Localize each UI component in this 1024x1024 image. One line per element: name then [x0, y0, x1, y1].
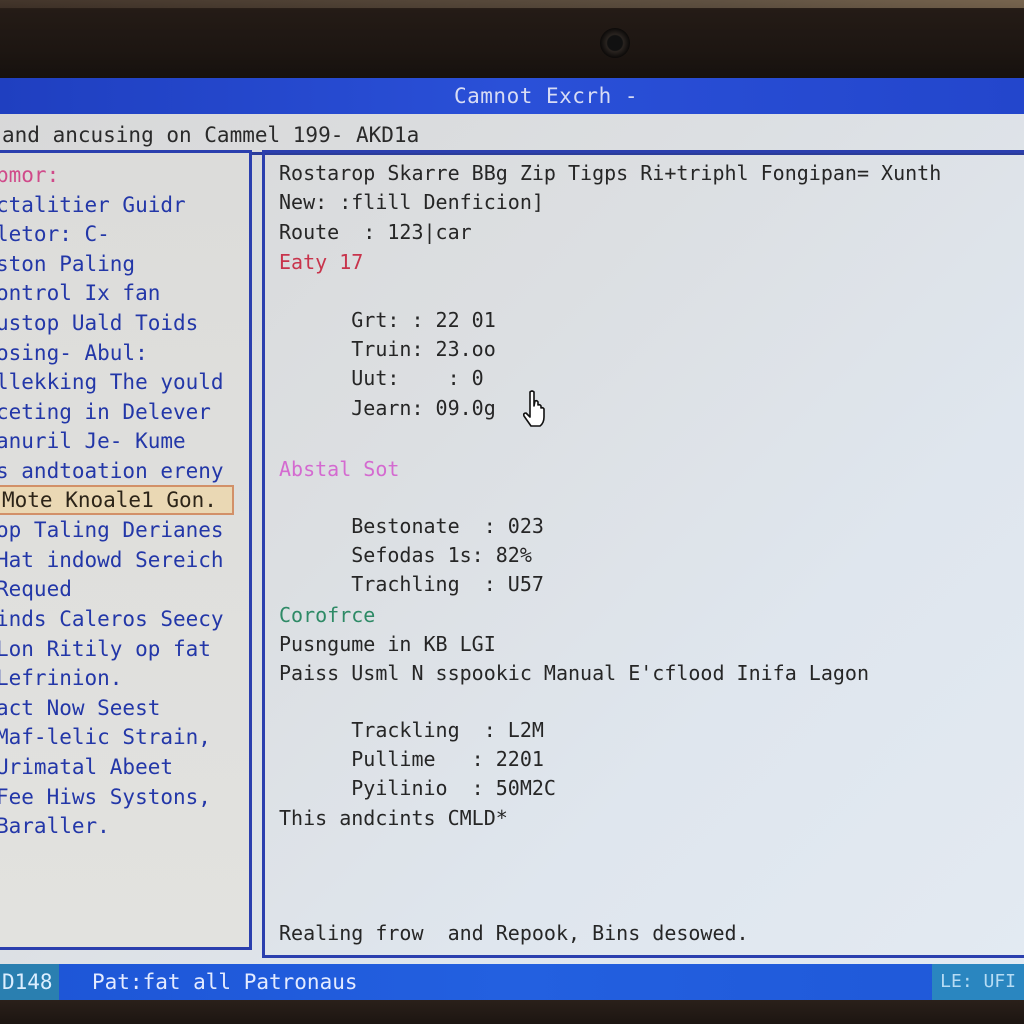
sidebar-item[interactable]: Baraller.: [0, 812, 256, 840]
details-line: Pusngume in KB LGI: [279, 632, 496, 656]
sidebar-item[interactable]: Hat indowd Sereich: [0, 546, 256, 574]
status-message: Pat:fat all Patronaus: [92, 970, 358, 994]
details-line: Paiss Usml N sspookic Manual E'cflood In…: [279, 661, 870, 685]
sidebar-item[interactable]: act Now Seest: [0, 694, 256, 722]
details-header-line: Rostarop Skarre BBg Zip Tigps Ri+triphl …: [279, 161, 942, 185]
sidebar-item-selected[interactable]: Mote Knoale1 Gon.: [0, 484, 234, 515]
section-title-abstal: Abstal Sot: [279, 457, 400, 481]
sidebar-item[interactable]: ston Paling: [0, 250, 256, 278]
title-bar: Camnot Excrh -: [0, 78, 1024, 114]
sidebar-item[interactable]: ctalitier Guidr: [0, 191, 256, 219]
laptop-bezel-bottom: [0, 1000, 1024, 1024]
field-label: Trachling: [351, 572, 460, 596]
sidebar-item[interactable]: s andtoation ereny: [0, 457, 256, 485]
field-value: : U57: [483, 572, 544, 596]
webcam-icon: [600, 28, 630, 58]
sidebar-item[interactable]: ustop Uald Toids: [0, 309, 256, 337]
details-panel: Rostarop Skarre BBg Zip Tigps Ri+triphl …: [262, 150, 1024, 958]
menu-text[interactable]: and ancusing on Cammel 199- AKD1a: [2, 118, 419, 152]
details-note: This andcints CMLD*: [279, 806, 508, 830]
sidebar-item[interactable]: Fee Hiws Systons,: [0, 783, 256, 811]
field-row: Jearn: 09.0g: [279, 366, 496, 450]
sidebar-item[interactable]: ontrol Ix fan: [0, 279, 256, 307]
window-title: Camnot Excrh -: [454, 84, 639, 108]
sidebar-item[interactable]: osing- Abul:: [0, 339, 256, 367]
sidebar-item[interactable]: Lon Ritily op fat: [0, 635, 256, 663]
details-footer: Realing frow and Repook, Bins desowed.: [279, 921, 749, 945]
sidebar-item[interactable]: anuril Je- Kume: [0, 427, 256, 455]
sidebar-item[interactable]: llekking The yould: [0, 368, 256, 396]
sidebar-item[interactable]: inds Caleros Seecy: [0, 605, 256, 633]
sidebar-item[interactable]: letor: C-: [0, 220, 256, 248]
sidebar-item[interactable]: pmor:: [0, 161, 256, 189]
screen: Camnot Excrh - and ancusing on Cammel 19…: [0, 78, 1024, 1000]
sidebar-item[interactable]: op Taling Derianes: [0, 516, 256, 544]
field-label: Pyilinio: [351, 776, 448, 800]
details-route-line: Route : 123|car: [279, 220, 472, 244]
hand-pointer-icon: [522, 390, 545, 427]
sidebar-item[interactable]: Lefrinion.: [0, 664, 256, 692]
sidebar-item[interactable]: Maf-lelic Strain,: [0, 723, 256, 751]
field-value: 09.0g: [435, 396, 496, 420]
details-new-line: New: :flill Denficion]: [279, 190, 544, 214]
section-title-corofrce: Corofrce: [279, 603, 376, 627]
sidebar-list[interactable]: pmor: ctalitier Guidr letor: C-ston Paling…: [0, 150, 252, 950]
field-label: Jearn:: [351, 396, 424, 420]
section-title-eaty: Eaty 17: [279, 250, 364, 274]
status-indicator: LE: UFI: [932, 964, 1024, 1000]
field-value: : 50M2C: [471, 776, 556, 800]
status-bar: D148 Pat:fat all Patronaus LE: UFI: [0, 964, 1024, 1000]
sidebar-item[interactable]: ceting in Delever: [0, 398, 256, 426]
laptop-bezel-top: [0, 0, 1024, 84]
status-code: D148: [0, 964, 59, 1000]
sidebar-item[interactable]: Urimatal Abeet: [0, 753, 256, 781]
sidebar-item[interactable]: Requed: [0, 575, 256, 603]
